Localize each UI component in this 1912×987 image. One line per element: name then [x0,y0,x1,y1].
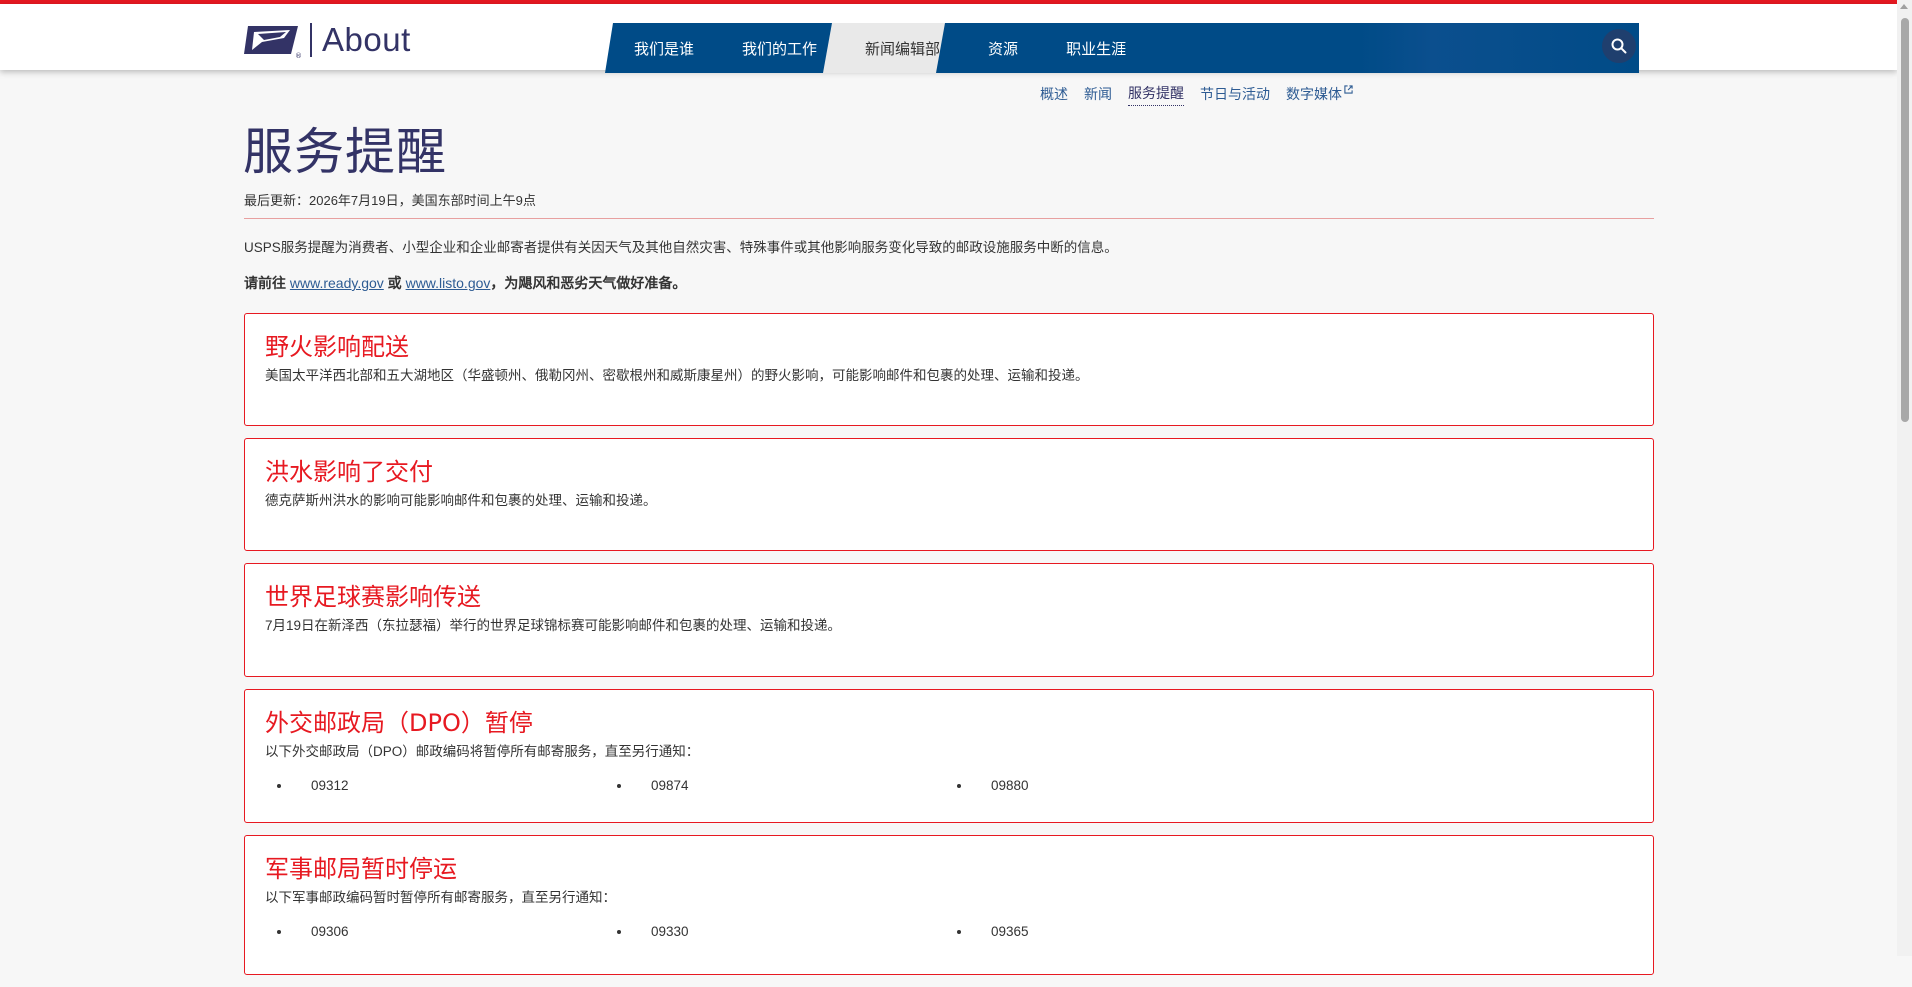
bullet [617,783,621,788]
listo-gov-link[interactable]: www.listo.gov [406,275,491,291]
alert-card-military-suspension: 军事邮局暂时停运 以下军事邮政编码暂时暂停所有邮寄服务，直至另行通知： 0930… [244,835,1654,975]
list-item: 09312 [265,778,605,793]
zip-code: 09874 [651,778,689,793]
zip-list: 09306 09330 09365 [265,924,1633,939]
main-nav: 我们是谁 我们的工作 新闻编辑部 资源 职业生涯 [605,23,1639,73]
bullet [957,929,961,934]
alert-body: 美国太平洋西北部和五大湖地区（华盛顿州、俄勒冈州、密歇根州和威斯康星州）的野火影… [265,368,1089,383]
logo-divider [310,23,312,57]
nav-item-who-we-are[interactable]: 我们是谁 [605,23,713,73]
prep-prefix: 请前往 [244,275,290,291]
subnav-news[interactable]: 新闻 [1084,83,1112,106]
alert-title: 洪水影响了交付 [265,458,433,486]
prep-middle: 或 [383,275,406,291]
page-title: 服务提醒 [243,123,447,181]
usps-eagle-icon: ® [244,26,302,60]
alert-title: 野火影响配送 [265,333,409,361]
subnav: 概述 新闻 服务提醒 节日与活动 数字媒体 [1024,83,1353,106]
logo-text: About [322,21,411,58]
search-button[interactable] [1602,29,1636,63]
list-item: 09330 [605,924,945,939]
last-updated: 最后更新：2026年7月19日，美国东部时间上午9点 [244,193,536,208]
title-divider [244,218,1654,219]
subnav-overview[interactable]: 概述 [1040,83,1068,106]
alert-body: 德克萨斯州洪水的影响可能影响邮件和包裹的处理、运输和投递。 [265,493,657,508]
alert-title: 世界足球赛影响传送 [265,583,481,611]
bullet [277,929,281,934]
subnav-service-alerts[interactable]: 服务提醒 [1128,83,1184,106]
alert-body: 以下外交邮政局（DPO）邮政编码将暂停所有邮寄服务，直至另行通知： [265,744,700,759]
alert-body: 以下军事邮政编码暂时暂停所有邮寄服务，直至另行通知： [265,890,616,905]
search-icon [1611,38,1627,54]
nav-item-what-we-do[interactable]: 我们的工作 [713,23,836,73]
usps-about-logo[interactable]: ® About [244,20,411,60]
zip-code: 09312 [311,778,349,793]
zip-code: 09365 [991,924,1029,939]
alert-card-world-cup: 世界足球赛影响传送 7月19日在新泽西（东拉瑟福）举行的世界足球锦标赛可能影响邮… [244,563,1654,677]
alert-card-dpo-suspension: 外交邮政局（DPO）暂停 以下外交邮政局（DPO）邮政编码将暂停所有邮寄服务，直… [244,689,1654,823]
list-item: 09365 [945,924,1285,939]
alert-body: 7月19日在新泽西（东拉瑟福）举行的世界足球锦标赛可能影响邮件和包裹的处理、运输… [265,618,842,633]
zip-code: 09306 [311,924,349,939]
list-item: 09880 [945,778,1285,793]
alert-card-flood: 洪水影响了交付 德克萨斯州洪水的影响可能影响邮件和包裹的处理、运输和投递。 [244,438,1654,551]
preparedness-note: 请前往 www.ready.gov 或 www.listo.gov，为飓风和恶劣… [244,273,686,293]
site-header: ® About 我们是谁 我们的工作 新闻编辑部 资源 职业生涯 [0,4,1897,73]
zip-code: 09880 [991,778,1029,793]
nav-item-newsroom[interactable]: 新闻编辑部 [836,23,959,73]
scroll-up-arrow-icon[interactable] [1900,4,1908,9]
scrollbar-thumb[interactable] [1901,18,1909,422]
subnav-holidays-events[interactable]: 节日与活动 [1200,83,1270,106]
bullet [277,783,281,788]
subnav-digital-media[interactable]: 数字媒体 [1286,83,1353,106]
list-item: 09306 [265,924,605,939]
intro-text: USPS服务提醒为消费者、小型企业和企业邮寄者提供有关因天气及其他自然灾害、特殊… [244,240,1118,255]
alert-title: 外交邮政局（DPO）暂停 [265,709,533,737]
zip-list: 09312 09874 09880 [265,778,1633,793]
prep-suffix: ，为飓风和恶劣天气做好准备。 [490,275,687,291]
subnav-digital-media-label: 数字媒体 [1286,85,1342,102]
page-scrollbar[interactable] [1897,0,1912,956]
zip-code: 09330 [651,924,689,939]
list-item: 09874 [605,778,945,793]
ready-gov-link[interactable]: www.ready.gov [290,275,384,291]
nav-item-resources[interactable]: 资源 [959,23,1037,73]
bullet [617,929,621,934]
external-link-icon [1344,85,1353,94]
nav-item-careers[interactable]: 职业生涯 [1037,23,1145,73]
svg-text:®: ® [295,52,302,60]
alert-title: 军事邮局暂时停运 [265,855,457,883]
alert-card-wildfire: 野火影响配送 美国太平洋西北部和五大湖地区（华盛顿州、俄勒冈州、密歇根州和威斯康… [244,313,1654,426]
alerts-list: 野火影响配送 美国太平洋西北部和五大湖地区（华盛顿州、俄勒冈州、密歇根州和威斯康… [244,313,1654,987]
bullet [957,783,961,788]
